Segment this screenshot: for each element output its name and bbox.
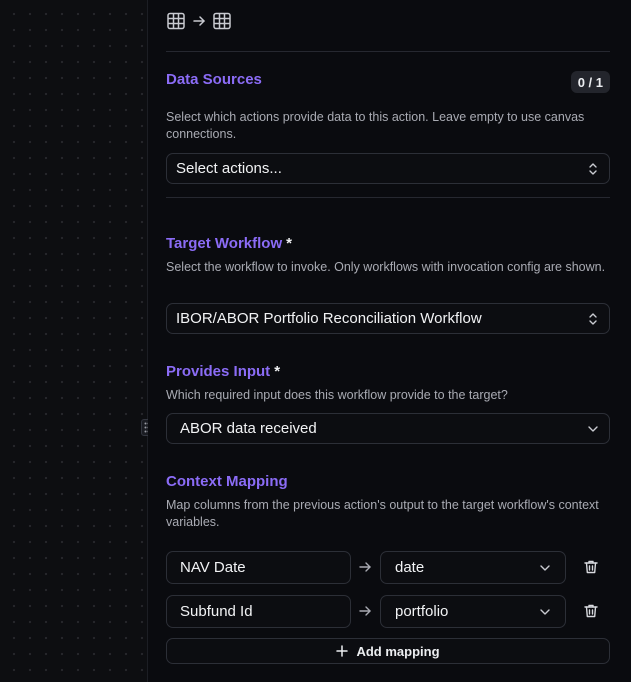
- provides-input-select-value: ABOR data received: [180, 420, 317, 437]
- provides-input-description: Which required input does this workflow …: [166, 388, 508, 402]
- arrow-right-icon: [359, 606, 371, 616]
- source-column-input[interactable]: Subfund Id: [166, 595, 351, 628]
- target-variable-select[interactable]: portfolio: [380, 595, 566, 628]
- mapping-row: Subfund Id portfolio: [166, 595, 610, 628]
- add-mapping-button[interactable]: Add mapping: [166, 638, 610, 664]
- divider: [166, 51, 610, 52]
- source-column-input[interactable]: NAV Date: [166, 551, 351, 584]
- provides-input-title: Provides Input *: [166, 363, 280, 380]
- provides-input-title-text: Provides Input: [166, 363, 271, 380]
- target-variable-value: portfolio: [395, 603, 449, 620]
- chevron-up-down-icon: [589, 312, 597, 325]
- action-type-header: [166, 11, 232, 31]
- target-variable-select[interactable]: date: [380, 551, 566, 584]
- context-mapping-title: Context Mapping: [166, 473, 288, 490]
- divider: [166, 197, 610, 198]
- target-workflow-select-value: IBOR/ABOR Portfolio Reconciliation Workf…: [176, 310, 482, 327]
- required-marker: *: [286, 235, 292, 252]
- data-sources-select-value: Select actions...: [176, 160, 282, 177]
- target-variable-value: date: [395, 559, 425, 576]
- target-workflow-title-text: Target Workflow: [166, 235, 283, 252]
- table-icon: [167, 12, 185, 30]
- context-mapping-description: Map columns from the previous action's o…: [166, 498, 599, 529]
- data-sources-title: Data Sources: [166, 71, 262, 88]
- table-icon: [213, 12, 231, 30]
- chevron-down-icon: [540, 608, 550, 615]
- arrow-right-icon: [193, 16, 205, 26]
- trash-icon[interactable]: [583, 559, 599, 575]
- data-sources-count-badge: 0 / 1: [570, 71, 610, 93]
- mapping-row: NAV Date date: [166, 551, 610, 584]
- target-workflow-description: Select the workflow to invoke. Only work…: [166, 260, 606, 274]
- chevron-down-icon: [588, 425, 598, 432]
- data-sources-description: Select which actions provide data to thi…: [166, 110, 585, 141]
- add-mapping-label: Add mapping: [356, 643, 440, 659]
- data-sources-select[interactable]: Select actions...: [166, 153, 610, 184]
- chevron-down-icon: [540, 564, 550, 571]
- target-workflow-select[interactable]: IBOR/ABOR Portfolio Reconciliation Workf…: [166, 303, 610, 334]
- arrow-right-icon: [359, 562, 371, 572]
- trash-icon[interactable]: [583, 603, 599, 619]
- provides-input-select[interactable]: ABOR data received: [166, 413, 610, 444]
- plus-icon: [336, 645, 349, 657]
- action-config-panel: Data Sources 0 / 1 Select which actions …: [148, 0, 631, 682]
- chevron-up-down-icon: [589, 162, 597, 175]
- workflow-canvas[interactable]: [0, 0, 148, 682]
- target-workflow-title: Target Workflow *: [166, 235, 292, 252]
- required-marker: *: [274, 363, 281, 380]
